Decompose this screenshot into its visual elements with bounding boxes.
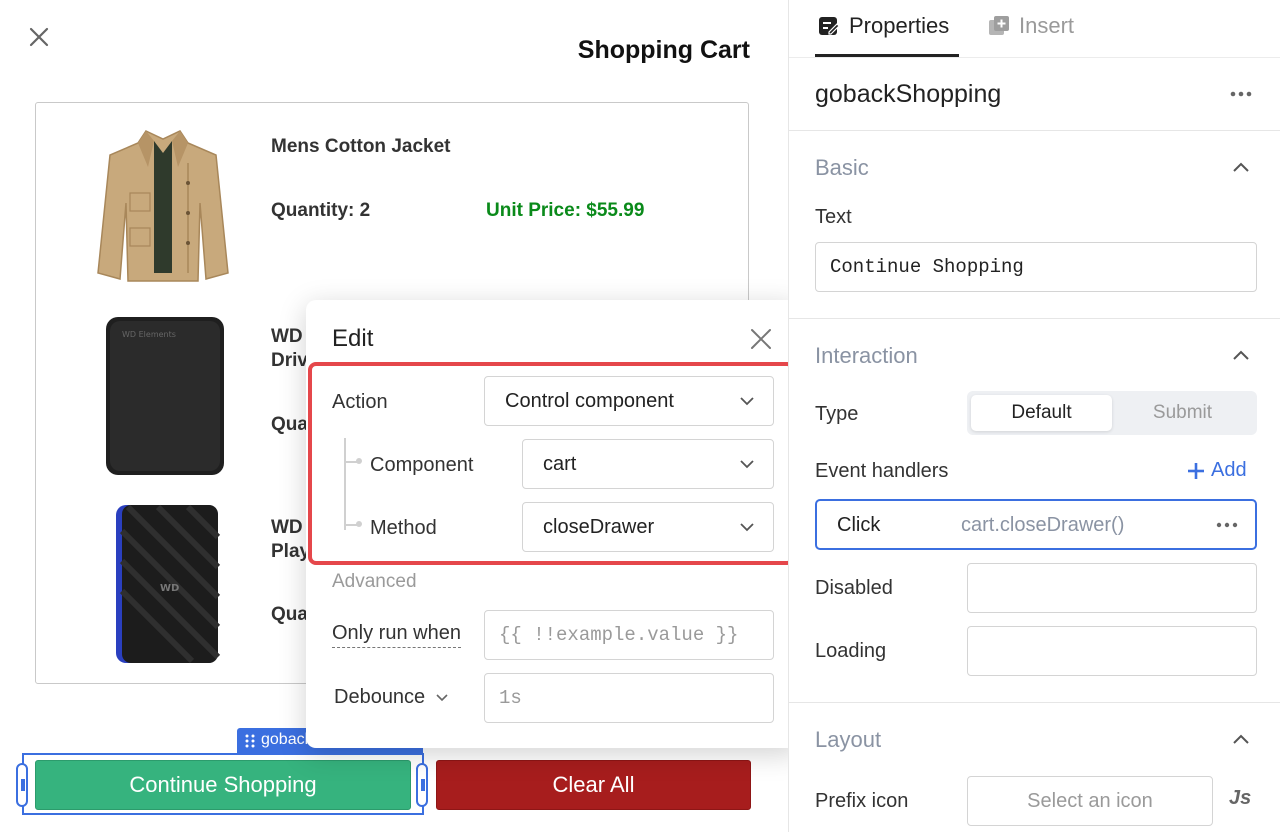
component-value: cart (543, 452, 577, 475)
tab-properties-label: Properties (849, 13, 950, 38)
close-icon[interactable] (26, 24, 52, 50)
loading-input[interactable] (967, 626, 1257, 676)
chevron-up-icon[interactable] (1231, 348, 1251, 362)
hard-drive-image: WD (116, 504, 221, 664)
more-options-icon[interactable] (1229, 86, 1253, 102)
resize-handle-right[interactable] (416, 763, 428, 807)
basic-section-title: Basic (815, 155, 869, 180)
chevron-down-icon (740, 523, 754, 532)
edit-event-handler-popover: Edit Action Control component Component … (306, 300, 800, 748)
panel-tabs: Properties Insert (789, 0, 1280, 58)
hard-drive-image: WD Elements (106, 317, 224, 475)
type-option-default[interactable]: Default (971, 395, 1112, 431)
item-name: Mens Cotton Jacket (271, 136, 451, 157)
prefix-icon-select[interactable]: Select an icon (967, 776, 1213, 826)
js-toggle-icon[interactable]: Js (1229, 787, 1251, 810)
action-label: Action (332, 391, 388, 413)
continue-shopping-button[interactable]: Continue Shopping (35, 760, 411, 810)
divider (789, 318, 1280, 319)
tab-insert[interactable]: Insert (987, 13, 1074, 39)
type-label: Type (815, 403, 859, 425)
cart-title: Shopping Cart (577, 36, 750, 64)
event-handler-event: Click (837, 514, 881, 536)
item-name: WD Play (271, 517, 311, 562)
chevron-up-icon[interactable] (1231, 732, 1251, 746)
disabled-label: Disabled (815, 577, 893, 599)
resize-handle-left[interactable] (16, 763, 28, 807)
divider (789, 702, 1280, 703)
layout-section-title: Layout (815, 727, 882, 752)
item-unit-price: Unit Price: $55.99 (486, 200, 645, 221)
insert-icon (989, 16, 1009, 35)
method-label: Method (370, 517, 437, 539)
chevron-down-icon (436, 693, 448, 701)
only-run-when-label: Only run when (332, 622, 461, 648)
advanced-section-label: Advanced (332, 571, 417, 592)
debounce-label: Debounce (334, 686, 426, 708)
tree-connector (356, 458, 362, 464)
cart-item: Mens Cotton Jacket Quantity: 2 Unit Pric… (36, 117, 748, 307)
jacket-image (97, 130, 229, 282)
event-handler-item[interactable]: Click cart.closeDrawer() (815, 499, 1257, 550)
properties-icon (819, 17, 840, 35)
item-name: WD Driv (271, 326, 308, 371)
popover-title: Edit (332, 325, 374, 352)
method-value: closeDrawer (543, 515, 655, 538)
divider (789, 130, 1280, 131)
debounce-toggle[interactable]: Debounce (334, 686, 449, 709)
drag-handle-icon[interactable] (244, 733, 256, 749)
add-event-handler-button[interactable]: Add (1187, 459, 1247, 482)
text-input[interactable]: Continue Shopping (815, 242, 1257, 292)
chevron-down-icon (740, 397, 754, 406)
component-select[interactable]: cart (522, 439, 774, 489)
component-label: Component (370, 454, 474, 476)
event-handlers-label: Event handlers (815, 460, 949, 482)
more-options-icon[interactable] (1215, 519, 1239, 531)
method-select[interactable]: closeDrawer (522, 502, 774, 552)
text-label: Text (815, 206, 852, 228)
type-segmented-control: Default Submit (967, 391, 1257, 435)
loading-label: Loading (815, 640, 887, 662)
item-quantity: Qua (271, 414, 308, 435)
component-name: gobackShopping (815, 80, 1002, 108)
chevron-up-icon[interactable] (1231, 160, 1251, 174)
close-icon[interactable] (748, 326, 774, 352)
svg-text:WD: WD (160, 583, 179, 594)
debounce-input[interactable]: 1s (484, 673, 774, 723)
plus-icon (1188, 462, 1204, 479)
tree-connector (344, 438, 346, 530)
properties-panel: Properties Insert gobackShopping Basic T… (788, 0, 1280, 832)
add-label: Add (1211, 459, 1247, 481)
chevron-down-icon (740, 460, 754, 469)
type-option-submit[interactable]: Submit (1112, 395, 1253, 431)
prefix-icon-label: Prefix icon (815, 790, 909, 812)
svg-text:WD Elements: WD Elements (122, 330, 176, 339)
only-run-when-input[interactable]: {{ !!example.value }} (484, 610, 774, 660)
tab-insert-label: Insert (1019, 13, 1075, 38)
item-quantity: Quantity: 2 (271, 200, 371, 221)
event-handler-action: cart.closeDrawer() (961, 514, 1125, 536)
active-tab-indicator (815, 54, 959, 57)
disabled-input[interactable] (967, 563, 1257, 613)
action-select[interactable]: Control component (484, 376, 774, 426)
action-value: Control component (505, 389, 674, 412)
tab-properties[interactable]: Properties (817, 13, 949, 39)
tree-connector (356, 521, 362, 527)
interaction-section-title: Interaction (815, 343, 918, 368)
item-quantity: Qua (271, 604, 308, 625)
clear-all-button[interactable]: Clear All (436, 760, 751, 810)
